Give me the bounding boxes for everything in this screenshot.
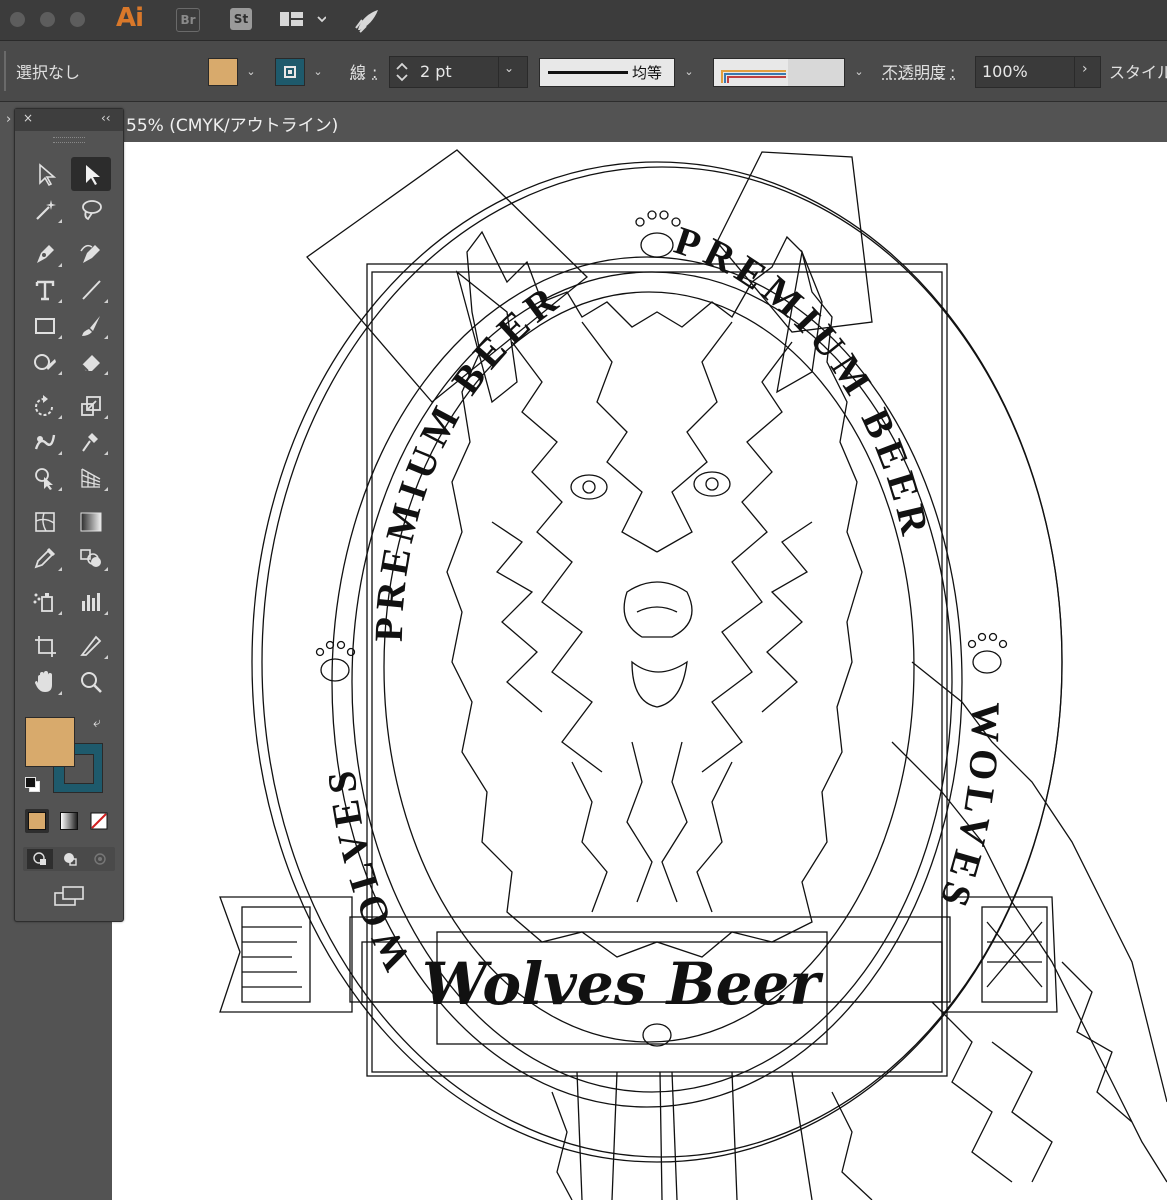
stroke-profile-label: 均等: [632, 64, 663, 82]
zoom-window-button[interactable]: [70, 12, 85, 27]
arc-text-left: WOLVES: [318, 763, 420, 978]
warp-icon[interactable]: [25, 425, 65, 459]
stroke-weight-field[interactable]: 2 pt ⌄: [389, 56, 528, 88]
minimize-window-button[interactable]: [40, 12, 55, 27]
eraser-icon[interactable]: [71, 345, 111, 379]
banner-text: Wolves Beer: [422, 950, 824, 1018]
shaper-icon[interactable]: [25, 345, 65, 379]
pen-icon[interactable]: [25, 237, 65, 271]
arc-text-top-left: PREMIUM BEER: [366, 274, 570, 642]
opacity-field[interactable]: 100% ›: [975, 56, 1101, 88]
document-tab-bar: › 55% (CMYK/アウトライン): [0, 102, 1167, 142]
stroke-weight-chevron-icon[interactable]: ⌄: [504, 61, 514, 75]
selection-status: 選択なし: [16, 63, 81, 82]
gradient-mode-button[interactable]: [57, 809, 81, 833]
paintbrush-icon[interactable]: [71, 309, 111, 343]
line-icon[interactable]: [71, 273, 111, 307]
magic-wand-icon[interactable]: [25, 193, 65, 227]
color-mode-button[interactable]: [25, 809, 49, 833]
symbol-sprayer-icon[interactable]: [25, 585, 65, 619]
stroke-label-colon: :: [372, 63, 378, 82]
opacity-value[interactable]: 100%: [982, 62, 1028, 81]
stroke-profile-dropdown[interactable]: 均等: [539, 58, 675, 87]
eyedropper-icon[interactable]: [25, 541, 65, 575]
opacity-label-text: 不透明度: [882, 63, 947, 82]
opacity-label[interactable]: 不透明度:: [882, 59, 955, 83]
scale-icon[interactable]: [71, 389, 111, 423]
illustrator-logo: Ai: [116, 3, 144, 33]
stock-icon[interactable]: St: [230, 8, 252, 30]
tools-panel-header[interactable]: × ‹‹: [15, 109, 123, 131]
mesh-icon[interactable]: [25, 505, 65, 539]
workspace-layout-icon[interactable]: [280, 10, 327, 34]
close-panel-icon[interactable]: ×: [23, 111, 33, 125]
blend-icon[interactable]: [71, 541, 111, 575]
fill-swatch[interactable]: [208, 58, 238, 86]
bridge-icon[interactable]: Br: [176, 8, 200, 32]
slice-icon[interactable]: [71, 629, 111, 663]
shape-builder-icon[interactable]: [25, 461, 65, 495]
wolf-label-artwork: PREMIUM BEER PREMIUM BEER WOLVES WOLVES …: [219, 149, 1167, 1200]
stroke-label[interactable]: 線:: [350, 59, 377, 83]
swap-fill-stroke-icon[interactable]: ⤶: [93, 715, 101, 731]
application-bar: Ai Br St: [0, 0, 1167, 41]
type-icon[interactable]: [25, 273, 65, 307]
rectangle-icon[interactable]: [25, 309, 65, 343]
collapse-panels-icon[interactable]: ›: [6, 112, 11, 127]
none-mode-button[interactable]: [87, 809, 111, 833]
screen-mode-icon[interactable]: [53, 885, 87, 911]
gradient-icon[interactable]: [71, 505, 111, 539]
selection-tool-icon[interactable]: [25, 157, 65, 191]
document-tab[interactable]: 55% (CMYK/アウトライン): [112, 102, 360, 142]
hand-icon[interactable]: [25, 665, 65, 699]
stroke-profile-chevron-icon[interactable]: ⌄: [680, 57, 698, 85]
artboard-icon[interactable]: [25, 629, 65, 663]
opacity-arrow-icon[interactable]: ›: [1082, 61, 1088, 77]
collapse-panel-icon[interactable]: ‹‹: [101, 111, 111, 125]
direct-selection-tool-icon[interactable]: [71, 157, 111, 191]
stock-label: St: [233, 12, 249, 26]
draw-modes-group: [23, 847, 115, 871]
rotate-icon[interactable]: [25, 389, 65, 423]
brush-definition-chevron-icon[interactable]: ⌄: [850, 57, 868, 85]
artboard-canvas[interactable]: PREMIUM BEER PREMIUM BEER WOLVES WOLVES …: [112, 142, 1167, 1200]
close-window-button[interactable]: [10, 12, 25, 27]
stroke-dropdown-chevron-icon[interactable]: ⌄: [309, 57, 327, 85]
fill-color-swatch[interactable]: [25, 717, 75, 767]
stroke-weight-value[interactable]: 2 pt: [420, 62, 452, 81]
zoom-icon[interactable]: [71, 665, 111, 699]
arc-text-top-left-path: PREMIUM BEER: [366, 274, 564, 642]
document-tab-title: 55% (CMYK/アウトライン): [126, 116, 339, 136]
opacity-label-colon: :: [950, 63, 956, 82]
arc-text-left-path: WOLVES: [318, 763, 414, 978]
brush-definition-dropdown[interactable]: [713, 58, 845, 87]
tools-panel: × ‹‹ ⤶: [14, 108, 124, 922]
control-bar: 選択なし ⌄ ⌄ 線: 2 pt ⌄ 均等 ⌄ ⌄ 不透明度: 100% › ス…: [0, 41, 1167, 102]
style-label[interactable]: スタイル: [1109, 59, 1167, 83]
stroke-swatch[interactable]: [275, 58, 305, 86]
stroke-label-text: 線: [350, 63, 367, 82]
perspective-grid-icon[interactable]: [71, 461, 111, 495]
stroke-weight-stepper-icon[interactable]: [395, 59, 409, 85]
puppet-warp-icon[interactable]: [71, 425, 111, 459]
draw-normal-icon[interactable]: [27, 849, 53, 869]
graph-icon[interactable]: [71, 585, 111, 619]
bridge-label: Br: [180, 13, 196, 27]
draw-inside-icon[interactable]: [87, 849, 113, 869]
panel-grip[interactable]: [53, 137, 85, 143]
publish-rocket-icon[interactable]: [352, 6, 382, 38]
default-colors-icon[interactable]: [25, 777, 40, 792]
curvature-icon[interactable]: [71, 237, 111, 271]
fill-dropdown-chevron-icon[interactable]: ⌄: [242, 57, 260, 85]
lasso-icon[interactable]: [71, 193, 111, 227]
draw-behind-icon[interactable]: [57, 849, 83, 869]
